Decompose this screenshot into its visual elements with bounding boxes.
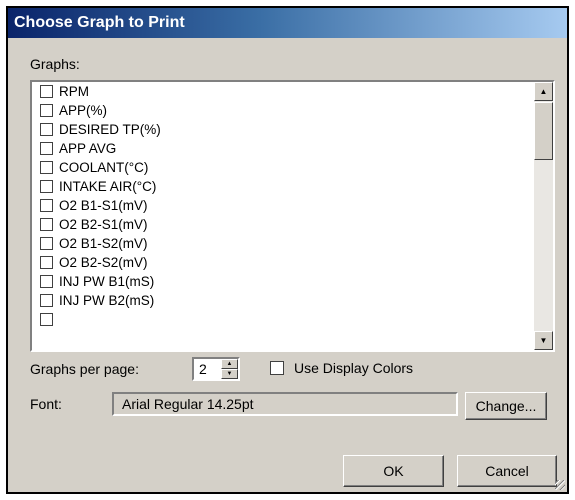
graph-item-label: O2 B1-S2(mV) <box>59 236 148 251</box>
graph-list-item[interactable]: O2 B1-S1(mV) <box>32 196 534 215</box>
use-display-colors-checkbox[interactable] <box>270 361 284 375</box>
spin-down-button[interactable]: ▼ <box>221 369 238 379</box>
change-font-button[interactable]: Change... <box>465 392 547 420</box>
graphs-per-page-spinner[interactable]: 2 ▲ ▼ <box>192 357 240 381</box>
graph-checkbox[interactable] <box>40 313 53 326</box>
graph-checkbox[interactable] <box>40 85 53 98</box>
graph-list-item[interactable]: O2 B1-S2(mV) <box>32 234 534 253</box>
graph-checkbox[interactable] <box>40 104 53 117</box>
graph-checkbox[interactable] <box>40 142 53 155</box>
spinner-buttons: ▲ ▼ <box>221 359 238 379</box>
vertical-scrollbar[interactable]: ▲ ▼ <box>534 82 553 350</box>
graph-checkbox[interactable] <box>40 123 53 136</box>
graphs-per-page-value[interactable]: 2 <box>199 361 207 377</box>
graph-list-item[interactable]: INJ PW B2(mS) <box>32 291 534 310</box>
graphs-list: RPM APP(%) DESIRED TP(%) APP AVG COOLANT(°C)… <box>32 82 534 350</box>
graphs-listbox[interactable]: RPM APP(%) DESIRED TP(%) APP AVG COOLANT(°C)… <box>30 80 555 352</box>
graph-list-item[interactable]: APP AVG <box>32 139 534 158</box>
graph-item-label: INTAKE AIR(°C) <box>59 179 157 194</box>
graph-list-item[interactable]: APP(%) <box>32 101 534 120</box>
graph-checkbox[interactable] <box>40 218 53 231</box>
graph-item-label: O2 B2-S1(mV) <box>59 217 148 232</box>
graph-list-item[interactable]: INTAKE AIR(°C) <box>32 177 534 196</box>
graph-list-item[interactable]: COOLANT(°C) <box>32 158 534 177</box>
graph-checkbox[interactable] <box>40 256 53 269</box>
ok-button[interactable]: OK <box>343 455 444 487</box>
scroll-up-button[interactable]: ▲ <box>534 82 553 101</box>
graph-item-label: DESIRED TP(%) <box>59 122 161 137</box>
graph-list-item[interactable]: O2 B2-S1(mV) <box>32 215 534 234</box>
font-display-field: Arial Regular 14.25pt <box>112 392 458 416</box>
graph-item-label: O2 B1-S1(mV) <box>59 198 148 213</box>
font-label: Font: <box>30 396 62 412</box>
title-bar[interactable]: Choose Graph to Print <box>8 8 567 38</box>
graph-checkbox[interactable] <box>40 275 53 288</box>
graph-checkbox[interactable] <box>40 237 53 250</box>
graph-item-label: INJ PW B1(mS) <box>59 274 155 289</box>
graph-list-item[interactable]: DESIRED TP(%) <box>32 120 534 139</box>
graph-list-item[interactable]: O2 B2-S2(mV) <box>32 253 534 272</box>
choose-graph-dialog: Choose Graph to Print Graphs: RPM APP(%) D… <box>6 6 569 494</box>
graph-list-item[interactable]: RPM <box>32 82 534 101</box>
graph-checkbox[interactable] <box>40 161 53 174</box>
down-arrow-icon: ▼ <box>226 371 233 377</box>
graph-item-label: APP AVG <box>59 141 117 156</box>
graphs-per-page-label: Graphs per page: <box>30 361 139 377</box>
spin-up-button[interactable]: ▲ <box>221 359 238 369</box>
resize-grip-icon[interactable] <box>555 480 565 490</box>
graph-item-label: INJ PW B2(mS) <box>59 293 155 308</box>
graph-item-label: RPM <box>59 84 89 99</box>
graph-item-label: APP(%) <box>59 103 108 118</box>
graphs-label: Graphs: <box>30 56 80 72</box>
up-arrow-icon: ▲ <box>226 361 233 367</box>
graph-checkbox[interactable] <box>40 199 53 212</box>
use-display-colors-label[interactable]: Use Display Colors <box>294 360 413 376</box>
dialog-title: Choose Graph to Print <box>14 14 185 31</box>
graph-item-label: COOLANT(°C) <box>59 160 149 175</box>
scroll-down-button[interactable]: ▼ <box>534 331 553 350</box>
graph-list-item[interactable] <box>32 310 534 329</box>
down-arrow-icon: ▼ <box>539 336 548 345</box>
graph-item-label: O2 B2-S2(mV) <box>59 255 148 270</box>
graph-list-item[interactable]: INJ PW B1(mS) <box>32 272 534 291</box>
graph-checkbox[interactable] <box>40 294 53 307</box>
cancel-button[interactable]: Cancel <box>457 455 557 487</box>
up-arrow-icon: ▲ <box>539 87 548 96</box>
scroll-thumb[interactable] <box>534 102 553 160</box>
graph-checkbox[interactable] <box>40 180 53 193</box>
